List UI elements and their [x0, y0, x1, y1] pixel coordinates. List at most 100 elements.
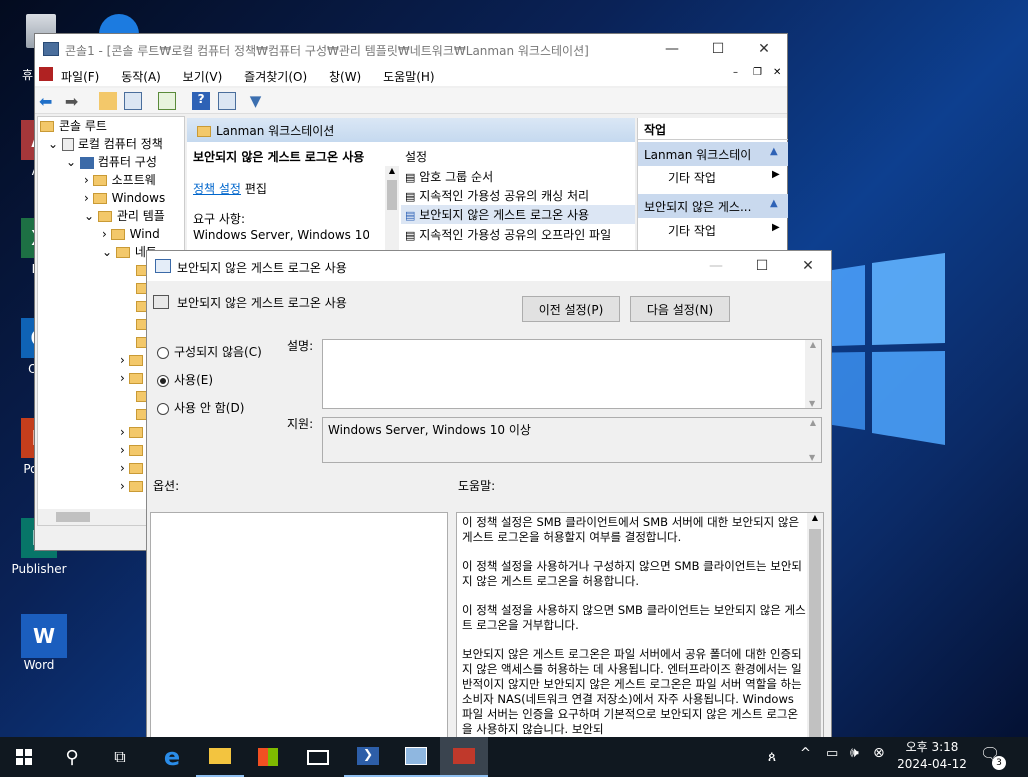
menu-favorites[interactable]: 즐겨찾기(O): [244, 70, 307, 84]
mmc-toolbar: ⬅ ➡ ? ▼: [35, 88, 787, 114]
actions-group-lanman[interactable]: Lanman 워크스테이 ▲: [638, 142, 788, 166]
tree-node[interactable]: ⌄ 관리 템플: [40, 207, 184, 225]
setting-row[interactable]: ▤ 지속적인 가용성 공유의 오프라인 파일: [405, 226, 611, 243]
desktop-icon-label: Word: [23, 658, 55, 672]
menu-action[interactable]: 동작(A): [121, 70, 161, 84]
menu-help[interactable]: 도움말(H): [383, 70, 435, 84]
forward-arrow-icon[interactable]: ➡: [65, 92, 83, 111]
setting-row[interactable]: ▤ 암호 그룹 순서: [405, 168, 493, 185]
export-icon[interactable]: [158, 92, 177, 110]
console-menu-icon[interactable]: [39, 67, 53, 81]
options-pane: [150, 512, 448, 740]
start-button[interactable]: [0, 737, 48, 777]
supported-scrollbar[interactable]: ▲ ▼: [805, 418, 821, 462]
radio-circle[interactable]: [157, 374, 169, 387]
tree-node[interactable]: 콘솔 루트: [40, 117, 184, 135]
policy-dialog: 보안되지 않은 게스트 로그온 사용 — ☐ ✕ 보안되지 않은 게스트 로그온…: [146, 250, 832, 740]
supported-value: Windows Server, Windows 10 이상: [328, 423, 531, 437]
dialog-titlebar[interactable]: 보안되지 않은 게스트 로그온 사용 — ☐ ✕: [147, 251, 831, 281]
clock[interactable]: 오후 3:18 2024-04-12: [896, 739, 968, 773]
action-pane-icon[interactable]: [217, 92, 236, 110]
radio-not-configured[interactable]: 구성되지 않음(C): [157, 343, 262, 360]
network-icon[interactable]: ▭: [826, 746, 838, 761]
store-icon[interactable]: [244, 737, 292, 777]
child-restore-icon[interactable]: ❐: [753, 67, 762, 78]
mmc-taskbar-icon[interactable]: [392, 737, 440, 777]
help-scroll-thumb[interactable]: [809, 529, 821, 739]
selected-policy-title: 보안되지 않은 게스트 로그온 사용: [193, 150, 365, 164]
windows-start-icon: [16, 749, 32, 765]
policy-name: 보안되지 않은 게스트 로그온 사용: [177, 296, 347, 310]
edit-policy-link[interactable]: 정책 설정: [193, 182, 241, 196]
back-arrow-icon[interactable]: ⬅: [39, 92, 57, 111]
help-scrollbar[interactable]: ▲: [807, 513, 823, 739]
edit-word: 편집: [244, 182, 267, 196]
desktop-icon-word[interactable]: W Word: [2, 614, 76, 672]
search-icon[interactable]: ⚲: [48, 737, 96, 777]
desktop-icon-label: 휴: [22, 68, 34, 82]
mmc-titlebar[interactable]: 콘솔1 - [콘솔 루트₩로컬 컴퓨터 정책₩컴퓨터 구성₩관리 템플릿₩네트워…: [35, 34, 787, 64]
comment-label: 설명:: [287, 339, 314, 353]
volume-icon[interactable]: 🕪: [850, 745, 859, 761]
dialog-title: 보안되지 않은 게스트 로그온 사용: [177, 261, 347, 275]
tree-node[interactable]: › Windows: [40, 189, 184, 207]
menu-file[interactable]: 파일(F): [61, 70, 99, 84]
help-paragraph: 이 정책 설정을 사용하지 않으면 SMB 클라이언트는 보안되지 않은 게스트…: [462, 603, 806, 632]
setting-row[interactable]: ▤ 지속적인 가용성 공유의 캐싱 처리: [405, 187, 589, 204]
dialog-minimize-button: —: [709, 258, 723, 274]
next-setting-button[interactable]: 다음 설정(N): [630, 296, 730, 322]
policy-icon: [153, 295, 169, 309]
radio-circle[interactable]: [157, 346, 169, 359]
clock-time: 오후 3:18: [905, 740, 959, 754]
actions-other-1[interactable]: 기타 작업: [668, 169, 716, 186]
mmc-menubar: 파일(F) 동작(A) 보기(V) 즐겨찾기(O) 창(W) 도움말(H) – …: [35, 64, 787, 86]
ime-icon[interactable]: ⊗: [873, 745, 885, 761]
file-explorer-icon[interactable]: [196, 737, 244, 777]
powershell-icon[interactable]: ❯: [344, 737, 392, 777]
filter-icon[interactable]: ▼: [250, 92, 268, 110]
settings-vscrollbar[interactable]: ▲: [385, 166, 399, 250]
prev-setting-button[interactable]: 이전 설정(P): [522, 296, 620, 322]
dialog-maximize-button[interactable]: ☐: [739, 251, 785, 281]
actions-group-policy[interactable]: 보안되지 않은 게스... ▲: [638, 194, 788, 218]
requirements-value: Windows Server, Windows 10 이상: [193, 228, 369, 242]
radio-disabled[interactable]: 사용 안 함(D): [157, 399, 244, 416]
menu-window[interactable]: 창(W): [329, 70, 361, 84]
actions-other-2[interactable]: 기타 작업: [668, 222, 716, 239]
child-minimize-icon[interactable]: –: [733, 67, 738, 78]
tree-node[interactable]: ⌄ 컴퓨터 구성: [40, 153, 184, 171]
show-hidden-icons[interactable]: ^: [800, 746, 811, 761]
gpedit-taskbar-icon[interactable]: [440, 737, 488, 777]
radio-circle[interactable]: [157, 402, 169, 415]
tree-node[interactable]: › Wind: [40, 225, 184, 243]
edge-icon[interactable]: e: [148, 737, 196, 777]
help-paragraph: 이 정책 설정은 SMB 클라이언트에서 SMB 서버에 대한 보안되지 않은 …: [462, 515, 800, 544]
tree-node[interactable]: › 소프트웨: [40, 171, 184, 189]
maximize-button[interactable]: ☐: [695, 34, 741, 64]
notification-icon[interactable]: 🗨 3: [980, 744, 1006, 770]
help-label: 도움말:: [458, 479, 496, 493]
supported-label: 지원:: [287, 417, 314, 431]
radio-enabled[interactable]: 사용(E): [157, 371, 213, 388]
dialog-app-icon: [155, 259, 171, 273]
minimize-button[interactable]: —: [649, 34, 695, 64]
comment-scrollbar[interactable]: ▲ ▼: [805, 340, 821, 408]
child-close-icon[interactable]: ✕: [773, 67, 781, 78]
tree-node[interactable]: ⌄ 로컬 컴퓨터 정책: [40, 135, 184, 153]
mail-icon[interactable]: [294, 737, 342, 777]
comment-textarea[interactable]: ▲ ▼: [322, 339, 822, 409]
people-icon[interactable]: ጰ: [754, 737, 790, 777]
setting-row-selected[interactable]: ▤ 보안되지 않은 게스트 로그온 사용: [401, 205, 635, 224]
close-button[interactable]: ✕: [741, 34, 787, 64]
task-view-icon[interactable]: ⧉: [96, 737, 144, 777]
settings-header[interactable]: 설정: [405, 148, 427, 165]
show-tree-icon[interactable]: [124, 92, 143, 110]
clock-date: 2024-04-12: [897, 757, 967, 771]
dialog-close-button[interactable]: ✕: [785, 251, 831, 281]
help-icon[interactable]: ?: [192, 92, 211, 110]
menu-view[interactable]: 보기(V): [183, 70, 223, 84]
options-label: 옵션:: [153, 479, 180, 493]
up-folder-icon[interactable]: [98, 92, 117, 110]
actions-header: 작업: [638, 118, 788, 140]
desktop-icon-label: Publisher: [11, 562, 67, 576]
